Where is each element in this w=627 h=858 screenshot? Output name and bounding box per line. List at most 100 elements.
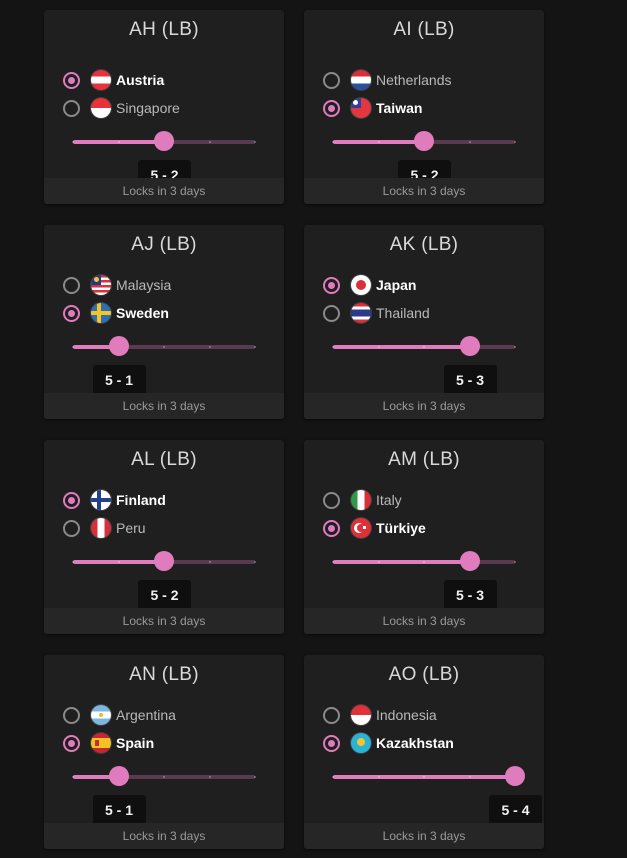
team2-option[interactable]: Spain <box>63 732 263 754</box>
score-slider-thumb[interactable] <box>108 766 129 786</box>
score-slider-fill <box>333 345 470 349</box>
turkiye-flag-icon <box>351 518 371 538</box>
score-slider-track[interactable] <box>332 775 516 779</box>
match-title: AN (LB) <box>129 664 199 685</box>
match-title: AL (LB) <box>131 449 197 470</box>
lock-status: Locks in 3 days <box>44 608 284 634</box>
slider-tick <box>163 776 165 778</box>
score-label: 5 - 3 <box>443 365 497 395</box>
team1-option[interactable]: Netherlands <box>323 69 523 91</box>
slider-tick <box>332 346 334 348</box>
team2-option[interactable]: Taiwan <box>323 97 523 119</box>
team1-name: Malaysia <box>116 277 172 293</box>
score-label: 5 - 2 <box>138 580 191 610</box>
score-slider-track[interactable] <box>332 345 516 349</box>
slider-tick <box>514 346 516 348</box>
team1-option[interactable]: Indonesia <box>323 704 523 726</box>
slider-tick <box>72 346 74 348</box>
score-slider-thumb[interactable] <box>459 336 480 356</box>
lock-status: Locks in 3 days <box>44 393 284 419</box>
match-title: AI (LB) <box>393 19 455 40</box>
slider-tick <box>208 561 211 563</box>
team2-radio[interactable] <box>63 304 80 322</box>
match-title: AO (LB) <box>388 664 460 685</box>
team2-radio[interactable] <box>323 304 340 322</box>
slider-tick <box>72 141 74 143</box>
slider-tick <box>208 141 211 143</box>
team2-name: Spain <box>116 735 155 751</box>
slider-tick <box>254 561 256 563</box>
team2-option[interactable]: Kazakhstan <box>323 732 523 754</box>
team1-option[interactable]: Finland <box>63 489 263 511</box>
thailand-flag-icon <box>351 303 371 323</box>
score-slider-track[interactable] <box>72 345 256 349</box>
slider-tick <box>332 561 334 563</box>
team2-option[interactable]: Thailand <box>323 302 523 324</box>
slider-tick <box>72 776 74 778</box>
singapore-flag-icon <box>91 98 111 118</box>
team1-radio[interactable] <box>323 491 340 509</box>
team2-option[interactable]: Peru <box>63 517 263 539</box>
slider-tick <box>514 141 516 143</box>
score-slider-thumb[interactable] <box>154 551 174 571</box>
team2-option[interactable]: Singapore <box>63 97 263 119</box>
team1-option[interactable]: Malaysia <box>63 274 263 296</box>
team1-radio[interactable] <box>63 706 80 724</box>
team1-name: Indonesia <box>376 707 437 723</box>
malaysia-flag-icon <box>91 275 111 295</box>
score-slider-track[interactable] <box>72 775 256 779</box>
score-slider-track[interactable] <box>332 560 516 564</box>
match-card: AI (LB) Netherlands Taiwan 5 - 2 Locks i… <box>304 10 544 204</box>
score-slider-thumb[interactable] <box>108 336 129 356</box>
slider-tick <box>254 346 256 348</box>
lock-status: Locks in 3 days <box>304 393 544 419</box>
team1-radio[interactable] <box>63 276 80 294</box>
team1-radio[interactable] <box>323 706 340 724</box>
japan-flag-icon <box>351 275 371 295</box>
team2-name: Taiwan <box>376 100 423 116</box>
argentina-flag-icon <box>91 705 111 725</box>
team2-radio[interactable] <box>323 99 340 117</box>
team1-radio[interactable] <box>63 71 80 89</box>
team1-option[interactable]: Japan <box>323 274 523 296</box>
team1-name: Finland <box>116 492 166 508</box>
kazakhstan-flag-icon <box>351 733 371 753</box>
team2-name: Peru <box>116 520 146 536</box>
slider-tick <box>332 141 334 143</box>
team1-name: Argentina <box>116 707 176 723</box>
slider-tick <box>254 776 256 778</box>
team1-option[interactable]: Italy <box>323 489 523 511</box>
team2-radio[interactable] <box>323 734 340 752</box>
slider-tick <box>208 776 211 778</box>
slider-tick <box>377 561 380 563</box>
score-slider-thumb[interactable] <box>505 766 525 786</box>
team1-radio[interactable] <box>323 71 340 89</box>
team2-radio[interactable] <box>323 519 340 537</box>
team2-radio[interactable] <box>63 99 80 117</box>
score-label: 5 - 3 <box>443 580 497 610</box>
match-card: AH (LB) Austria Singapore 5 - 2 Locks in… <box>44 10 284 204</box>
score-slider-thumb[interactable] <box>154 131 174 151</box>
team2-radio[interactable] <box>63 734 80 752</box>
slider-tick <box>117 561 120 563</box>
team1-option[interactable]: Argentina <box>63 704 263 726</box>
team2-name: Türkiye <box>376 520 426 536</box>
team2-name: Singapore <box>116 100 180 116</box>
slider-tick <box>423 776 425 778</box>
score-slider-thumb[interactable] <box>459 551 480 571</box>
team2-option[interactable]: Sweden <box>63 302 263 324</box>
match-card: AM (LB) Italy Türkiye 5 - 3 Locks in 3 d… <box>304 440 544 634</box>
match-title: AJ (LB) <box>131 234 197 255</box>
team2-option[interactable]: Türkiye <box>323 517 523 539</box>
match-title: AM (LB) <box>388 449 460 470</box>
team1-option[interactable]: Austria <box>63 69 263 91</box>
score-slider-thumb[interactable] <box>414 131 434 151</box>
team1-radio[interactable] <box>63 491 80 509</box>
match-card: AN (LB) Argentina Spain 5 - 1 Locks in 3… <box>44 655 284 849</box>
team1-name: Japan <box>376 277 417 293</box>
peru-flag-icon <box>91 518 111 538</box>
team1-radio[interactable] <box>323 276 340 294</box>
indonesia-flag-icon <box>351 705 371 725</box>
team2-radio[interactable] <box>63 519 80 537</box>
slider-tick <box>208 346 211 348</box>
